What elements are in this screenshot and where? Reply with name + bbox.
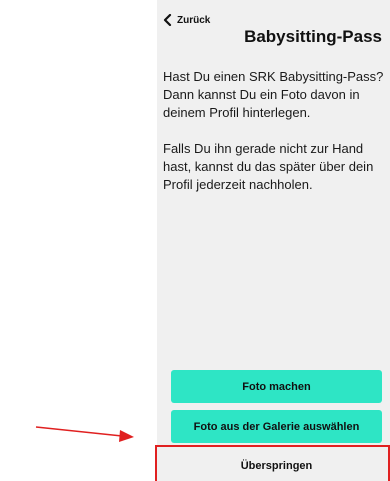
annotation-highlight-box bbox=[155, 445, 390, 481]
choose-from-gallery-button[interactable]: Foto aus der Galerie auswählen bbox=[171, 410, 382, 443]
chevron-left-icon bbox=[163, 14, 172, 26]
back-button[interactable]: Zurück bbox=[163, 14, 210, 26]
take-photo-button[interactable]: Foto machen bbox=[171, 370, 382, 403]
screenshot-canvas: Zurück Babysitting-Pass Hast Du einen SR… bbox=[0, 0, 390, 481]
app-screen: Zurück Babysitting-Pass Hast Du einen SR… bbox=[157, 0, 390, 481]
back-label: Zurück bbox=[177, 14, 211, 26]
page-title: Babysitting-Pass bbox=[244, 27, 382, 46]
later-paragraph: Falls Du ihn gerade nicht zur Hand hast,… bbox=[163, 141, 374, 192]
intro-paragraph: Hast Du einen SRK Babysitting-Pass? Dann… bbox=[163, 69, 384, 120]
